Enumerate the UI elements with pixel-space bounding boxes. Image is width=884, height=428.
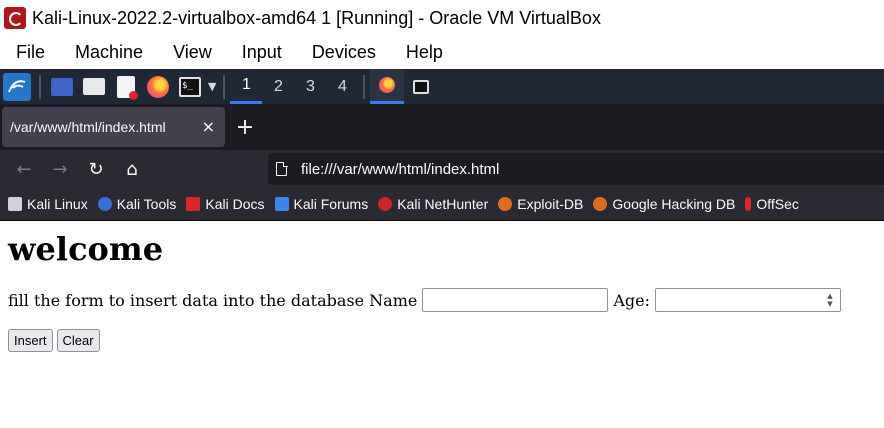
menu-devices[interactable]: Devices <box>297 42 391 63</box>
window-title: Kali-Linux-2022.2-virtualbox-amd64 1 [Ru… <box>32 7 601 28</box>
kali-tools-icon <box>97 197 112 211</box>
desktop-icon[interactable] <box>49 75 75 99</box>
clear-button[interactable]: Clear <box>56 329 100 352</box>
bookmark-label: Kali Forums <box>293 196 369 212</box>
workspace-1[interactable]: 1 <box>230 69 263 104</box>
kali-nethunter-icon <box>378 197 393 211</box>
page-content: welcome fill the form to insert data int… <box>0 222 884 428</box>
bookmark-label: Kali Docs <box>205 196 265 212</box>
url-bar[interactable]: file:///var/www/html/index.html <box>268 153 884 185</box>
chevron-down-icon[interactable]: ▼ <box>208 80 216 93</box>
bookmark-kali-nethunter[interactable]: Kali NetHunter <box>378 196 488 212</box>
window-title-bar: Kali-Linux-2022.2-virtualbox-amd64 1 [Ru… <box>0 0 884 36</box>
browser-tab[interactable]: /var/www/html/index.html × <box>2 107 225 147</box>
new-tab-button[interactable]: + <box>235 115 255 140</box>
text-editor-icon[interactable] <box>113 75 139 100</box>
bookmark-kali-docs[interactable]: Kali Docs <box>186 196 265 212</box>
bookmark-label: Kali Tools <box>116 196 177 212</box>
kali-docs-icon <box>186 197 201 211</box>
page-icon <box>276 161 288 176</box>
insert-button[interactable]: Insert <box>8 329 53 352</box>
virtualbox-vm-icon <box>4 7 26 29</box>
bookmarks-toolbar: Kali Linux Kali Tools Kali Docs Kali For… <box>0 188 884 221</box>
virtualbox-menu-bar: File Machine View Input Devices Help <box>0 36 884 68</box>
home-button[interactable]: ⌂ <box>114 153 150 185</box>
bookmark-kali-linux[interactable]: Kali Linux <box>8 196 88 212</box>
kali-forums-icon <box>274 197 289 211</box>
menu-view[interactable]: View <box>158 42 227 63</box>
menu-help[interactable]: Help <box>391 42 458 63</box>
workspace-2[interactable]: 2 <box>262 69 294 104</box>
number-spinner-icon[interactable]: ▲ ▼ <box>824 292 836 308</box>
workspace-4[interactable]: 4 <box>326 69 358 104</box>
tab-title: /var/www/html/index.html <box>10 119 166 135</box>
google-hacking-db-icon <box>593 197 608 211</box>
bookmark-kali-forums[interactable]: Kali Forums <box>274 196 369 212</box>
browser-tab-bar: /var/www/html/index.html × + <box>0 104 884 150</box>
reload-button[interactable]: ↻ <box>78 153 114 185</box>
form-instructions: fill the form to insert data into the da… <box>8 290 418 310</box>
bookmark-label: Exploit-DB <box>517 196 584 212</box>
age-label: Age: <box>613 290 650 310</box>
workspace-3[interactable]: 3 <box>294 69 326 104</box>
bookmark-google-hacking-db[interactable]: Google Hacking DB <box>593 196 735 212</box>
terminal-task-icon[interactable] <box>404 69 438 104</box>
offsec-icon <box>745 197 752 211</box>
close-icon[interactable]: × <box>202 117 215 136</box>
bookmark-label: OffSec <box>756 196 799 212</box>
bookmark-label: Kali NetHunter <box>397 196 489 212</box>
menu-machine[interactable]: Machine <box>60 42 158 63</box>
browser-nav-bar: ← → ↻ ⌂ file:///var/www/html/index.html <box>0 150 884 188</box>
bookmark-label: Kali Linux <box>27 196 88 212</box>
panel-separator <box>363 74 366 99</box>
terminal-icon[interactable]: $_ <box>177 75 203 99</box>
exploit-db-icon <box>498 197 513 211</box>
panel-separator <box>223 74 226 99</box>
kali-linux-icon <box>8 197 22 211</box>
url-text[interactable]: file:///var/www/html/index.html <box>301 161 499 178</box>
name-input[interactable] <box>422 288 609 312</box>
forward-button[interactable]: → <box>42 153 78 185</box>
menu-input[interactable]: Input <box>227 42 297 63</box>
panel-separator <box>39 74 41 99</box>
bookmark-kali-tools[interactable]: Kali Tools <box>97 196 177 212</box>
page-heading: welcome <box>8 230 164 268</box>
firefox-icon[interactable] <box>145 75 171 99</box>
menu-file[interactable]: File <box>0 42 60 63</box>
firefox-task-icon[interactable] <box>370 69 405 104</box>
bookmark-label: Google Hacking DB <box>612 196 736 212</box>
insert-form: fill the form to insert data into the da… <box>8 288 841 312</box>
kali-menu-icon[interactable] <box>3 72 31 101</box>
kali-top-panel: $_ ▼ 1 2 3 4 <box>0 69 884 104</box>
bookmark-exploit-db[interactable]: Exploit-DB <box>498 196 583 212</box>
back-button[interactable]: ← <box>6 153 42 185</box>
age-input[interactable]: ▲ ▼ <box>654 288 841 312</box>
bookmark-offsec[interactable]: OffSec <box>745 196 799 212</box>
file-manager-icon[interactable] <box>81 75 107 99</box>
form-buttons: Insert Clear <box>8 329 104 352</box>
